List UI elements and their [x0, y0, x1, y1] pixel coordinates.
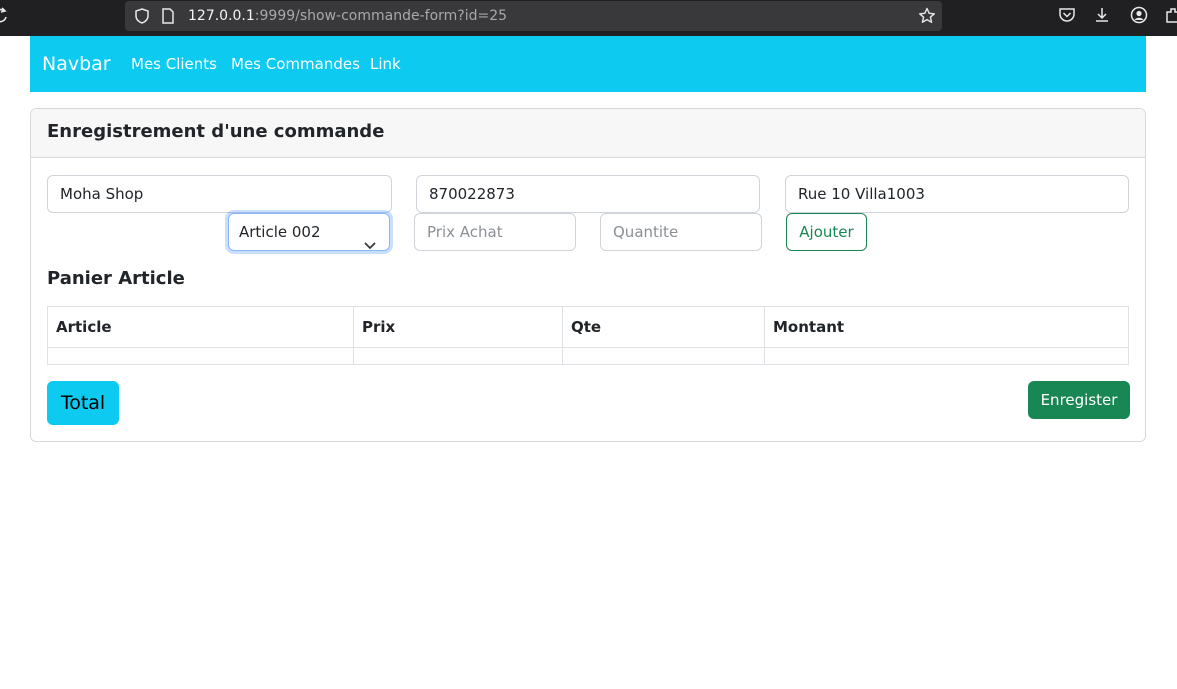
- navbar-brand[interactable]: Navbar: [42, 52, 111, 76]
- page-icon: [161, 8, 175, 24]
- navbar: Navbar Mes Clients Mes Commandes Link: [30, 36, 1146, 92]
- url-path: :9999/show-commande-form?id=25: [254, 8, 508, 24]
- download-icon[interactable]: [1093, 6, 1111, 24]
- commande-card: Enregistrement d'une commande Article 00…: [30, 108, 1146, 442]
- card-title: Enregistrement d'une commande: [47, 121, 385, 142]
- column-header-prix: Prix: [353, 306, 563, 348]
- table-header-row: Article Prix Qte Montant: [47, 306, 1129, 348]
- enregistrer-button[interactable]: Enregister: [1028, 381, 1130, 419]
- table-cell: [562, 347, 765, 365]
- total-button[interactable]: Total: [47, 381, 119, 425]
- quantite-input[interactable]: [600, 213, 762, 251]
- column-header-qte: Qte: [562, 306, 765, 348]
- nav-link-mes-clients[interactable]: Mes Clients: [131, 54, 217, 74]
- column-header-montant: Montant: [764, 306, 1129, 348]
- client-phone-input[interactable]: [416, 175, 760, 213]
- pocket-icon[interactable]: [1058, 6, 1076, 24]
- url-text[interactable]: 127.0.0.1:9999/show-commande-form?id=25: [188, 7, 507, 25]
- nav-link-mes-commandes[interactable]: Mes Commandes: [231, 54, 360, 74]
- client-name-input[interactable]: [47, 175, 392, 213]
- client-address-input[interactable]: [785, 175, 1129, 213]
- card-header: Enregistrement d'une commande: [31, 109, 1145, 158]
- address-bar[interactable]: 127.0.0.1:9999/show-commande-form?id=25: [125, 1, 942, 31]
- column-header-article: Article: [47, 306, 354, 348]
- article-select[interactable]: Article 002: [228, 213, 390, 251]
- table-cell: [764, 347, 1129, 365]
- url-host: 127.0.0.1: [188, 8, 255, 24]
- panier-table: Article Prix Qte Montant: [47, 306, 1129, 365]
- table-cell: [47, 347, 354, 365]
- extensions-icon[interactable]: [1165, 6, 1177, 24]
- table-row: [47, 347, 1129, 365]
- bookmark-star-icon[interactable]: [918, 7, 936, 25]
- ajouter-button[interactable]: Ajouter: [786, 213, 867, 251]
- prix-achat-input[interactable]: [414, 213, 576, 251]
- article-select-value: Article 002: [239, 223, 321, 241]
- nav-link-link[interactable]: Link: [370, 54, 401, 74]
- reload-icon[interactable]: [0, 6, 8, 24]
- account-icon[interactable]: [1130, 6, 1148, 24]
- panier-title: Panier Article: [47, 268, 185, 289]
- chevron-down-icon: [364, 227, 376, 250]
- shield-icon[interactable]: [134, 8, 150, 24]
- browser-toolbar: 127.0.0.1:9999/show-commande-form?id=25: [0, 0, 1177, 36]
- table-cell: [353, 347, 563, 365]
